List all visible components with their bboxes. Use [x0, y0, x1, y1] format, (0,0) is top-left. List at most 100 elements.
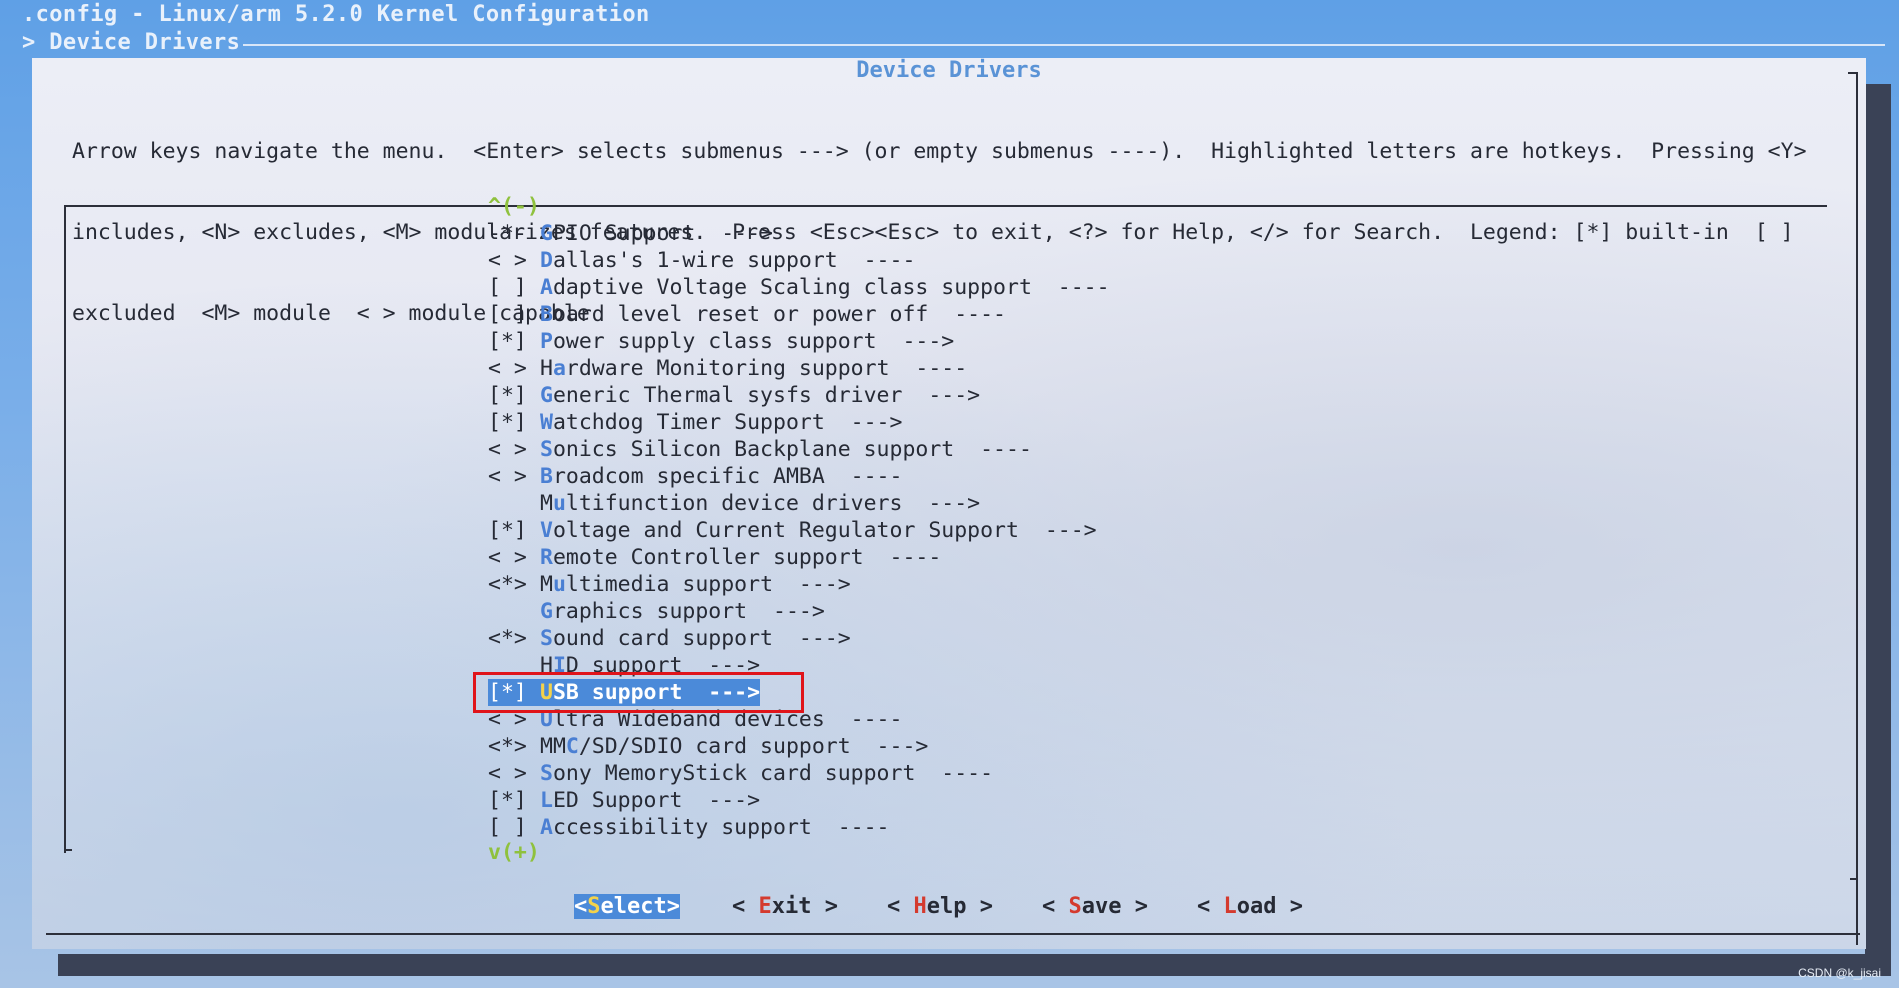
menu-item[interactable]: [*] Generic Thermal sysfs driver ---> [488, 382, 1688, 409]
menu-item[interactable]: [*] Voltage and Current Regulator Support… [488, 517, 1688, 544]
load-button[interactable]: < Load > [1197, 894, 1303, 919]
menu-item-label: Dallas's 1-wire support ---- [540, 247, 915, 274]
menu-item-label-rest: roadcom specific AMBA ---- [552, 464, 903, 489]
menu-item-label: Multifunction device drivers ---> [540, 490, 980, 517]
menu-item-label: MMC/SD/SDIO card support ---> [540, 733, 928, 760]
scroll-down-indicator[interactable]: v(+) [488, 840, 540, 865]
breadcrumb: > Device Drivers [22, 30, 241, 55]
menu-item-label-rest: ony MemoryStick card support ---- [552, 761, 994, 786]
menu-item-state[interactable]: < > [488, 760, 540, 787]
menu-item-label: Power supply class support ---> [540, 328, 954, 355]
menu-item-hotkey: L [540, 788, 553, 813]
help-button[interactable]: < Help > [887, 894, 993, 919]
menuconfig-dialog: Device Drivers Arrow keys navigate the m… [32, 58, 1866, 949]
menu-item[interactable]: <*> Sound card support ---> [488, 625, 1688, 652]
menu-item-state[interactable]: [*] [488, 517, 540, 544]
menu-item-hotkey: P [540, 329, 553, 354]
menu-item-state[interactable]: [*] [488, 382, 540, 409]
menu-item-label: Voltage and Current Regulator Support --… [540, 517, 1097, 544]
menu-item-label-rest: ccessibility support ---- [552, 815, 890, 840]
button-left-text: < [732, 894, 759, 919]
menu-item-label: Broadcom specific AMBA ---- [540, 463, 902, 490]
menu-frame-corner [64, 849, 72, 851]
menu-item-state[interactable] [488, 598, 540, 625]
exit-button[interactable]: < Exit > [732, 894, 838, 919]
button-hotkey-text: L [1223, 894, 1237, 919]
dialog-border-bottom [46, 933, 1860, 935]
menu-item[interactable]: [ ] Board level reset or power off ---- [488, 301, 1688, 328]
menu-item-label: Sony MemoryStick card support ---- [540, 760, 993, 787]
menu-item-label-rest: ltifunction device drivers ---> [565, 491, 981, 516]
menu-item-hotkey: S [540, 761, 553, 786]
menu-item-hotkey: A [540, 815, 553, 840]
menu-item[interactable]: <*> Multimedia support ---> [488, 571, 1688, 598]
menu-item-hotkey: C [565, 734, 579, 759]
button-left-text: < [887, 894, 914, 919]
menu-item[interactable]: <*> MMC/SD/SDIO card support ---> [488, 733, 1688, 760]
dialog-title: Device Drivers [856, 58, 1042, 83]
menu-item-label: GPIO Support ---> [540, 220, 773, 247]
button-hotkey-text: H [913, 894, 927, 919]
menu-item-state[interactable]: [ ] [488, 274, 540, 301]
menu-item[interactable]: [*] Power supply class support ---> [488, 328, 1688, 355]
menu-item[interactable]: [ ] Accessibility support ---- [488, 814, 1688, 841]
menu-item-state[interactable]: <*> [488, 625, 540, 652]
dialog-shadow-right [1865, 84, 1891, 976]
menu-item-state[interactable]: < > [488, 355, 540, 382]
menu-item-state[interactable]: [ ] [488, 301, 540, 328]
menu-item-state[interactable]: < > [488, 436, 540, 463]
menu-item-hotkey: A [540, 275, 553, 300]
dialog-separator-tick [1850, 878, 1858, 880]
menu-item[interactable]: < > Sony MemoryStick card support ---- [488, 760, 1688, 787]
menu-item[interactable]: < > Dallas's 1-wire support ---- [488, 247, 1688, 274]
select-button[interactable]: <Select> [574, 894, 680, 919]
button-rest-text: xit [771, 894, 812, 919]
menu-item[interactable]: < > Broadcom specific AMBA ---- [488, 463, 1688, 490]
menu-item-hotkey: G [540, 221, 553, 246]
menu-item-label: Graphics support ---> [540, 598, 825, 625]
scroll-up-indicator[interactable]: ^(-) [488, 194, 540, 219]
menu-item-state[interactable]: < > [488, 544, 540, 571]
menu-item-state[interactable]: <*> [488, 733, 540, 760]
menu-item[interactable]: [*] LED Support ---> [488, 787, 1688, 814]
menu-item[interactable]: < > Hardware Monitoring support ---- [488, 355, 1688, 382]
menu-item[interactable]: < > Sonics Silicon Backplane support ---- [488, 436, 1688, 463]
menu-item-label-lead: H [540, 356, 553, 381]
menu-item[interactable]: [ ] Adaptive Voltage Scaling class suppor… [488, 274, 1688, 301]
menu-item-label-rest: ower supply class support ---> [552, 329, 955, 354]
menu-item-state[interactable]: < > [488, 247, 540, 274]
menu-item-state[interactable]: [*] [488, 409, 540, 436]
menu-item[interactable]: [*] Watchdog Timer Support ---> [488, 409, 1688, 436]
button-bar: <Select> < Exit > < Help > < Save > < Load > [32, 894, 1866, 924]
button-left-text: < [1197, 894, 1224, 919]
menu-item-state[interactable]: -*- [488, 220, 540, 247]
menu-item[interactable]: Graphics support ---> [488, 598, 1688, 625]
menu-item-state[interactable]: [*] [488, 328, 540, 355]
menu-item[interactable]: -*- GPIO Support ---> [488, 220, 1688, 247]
menu-item-state[interactable]: < > [488, 463, 540, 490]
menu-item-hotkey: u [552, 572, 566, 597]
menu-item-hotkey: u [552, 491, 566, 516]
menu-item-state[interactable] [488, 490, 540, 517]
menu-item-label-rest: atchdog Timer Support ---> [552, 410, 903, 435]
terminal-header: .config - Linux/arm 5.2.0 Kernel Configu… [0, 0, 1899, 58]
menu-item-state[interactable]: [*] [488, 787, 540, 814]
menu-item-state[interactable]: <*> [488, 571, 540, 598]
menu-item-label-rest: eneric Thermal sysfs driver ---> [552, 383, 981, 408]
button-rest-text: elp [926, 894, 967, 919]
menu-item-label: Generic Thermal sysfs driver ---> [540, 382, 980, 409]
dialog-shadow-bottom [58, 954, 1868, 976]
menu-item-hotkey: B [540, 302, 553, 327]
menu-item-label-rest: rdware Monitoring support ---- [565, 356, 968, 381]
menu-item-label-rest: allas's 1-wire support ---- [552, 248, 916, 273]
menu-item-state[interactable]: [ ] [488, 814, 540, 841]
button-left-text: < [1042, 894, 1069, 919]
menu-item[interactable]: Multifunction device drivers ---> [488, 490, 1688, 517]
save-button[interactable]: < Save > [1042, 894, 1148, 919]
button-right-text: > [811, 894, 838, 919]
menu-list: -*- GPIO Support ---> < > Dallas's 1-wire s… [488, 220, 1688, 841]
menu-item[interactable]: < > Remote Controller support ---- [488, 544, 1688, 571]
menu-item-label-lead: M [540, 491, 553, 516]
menu-item-label-lead: M [540, 572, 553, 597]
button-rest-text: elect [600, 894, 667, 919]
